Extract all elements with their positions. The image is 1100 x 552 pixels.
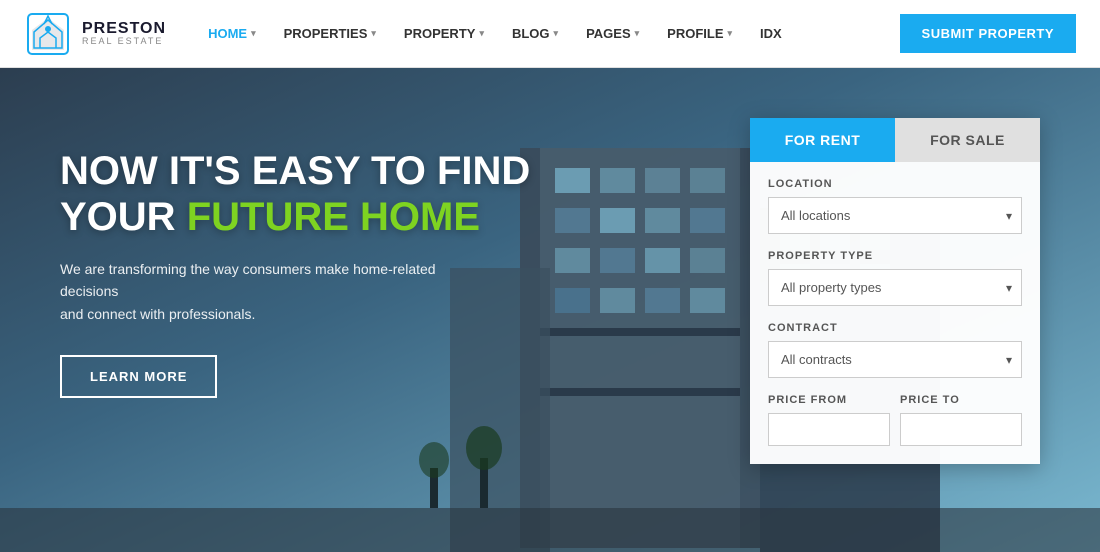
location-label: LOCATION [768, 178, 1022, 190]
search-panel: FOR RENT FOR SALE LOCATION All locations… [750, 118, 1040, 464]
search-form: LOCATION All locations New York Los Ange… [750, 162, 1040, 446]
price-from-label: PRICE FROM [768, 394, 890, 406]
nav-blog[interactable]: BLOG ▾ [500, 18, 570, 49]
logo[interactable]: PRESTON REAL ESTATE [24, 10, 166, 58]
chevron-down-icon: ▾ [371, 28, 376, 39]
nav-property[interactable]: PROPERTY ▾ [392, 18, 496, 49]
main-nav: HOME ▾ PROPERTIES ▾ PROPERTY ▾ BLOG ▾ PA… [196, 18, 889, 49]
property-type-label: PROPERTY TYPE [768, 250, 1022, 262]
hero-description: We are transforming the way consumers ma… [60, 258, 490, 325]
hero-title-highlight: FUTURE HOME [187, 195, 480, 239]
price-from-col: PRICE FROM [768, 394, 890, 446]
submit-property-button[interactable]: SUBMIT PROPERTY [900, 14, 1076, 53]
nav-pages[interactable]: PAGES ▾ [574, 18, 651, 49]
learn-more-button[interactable]: LEARN MORE [60, 355, 217, 398]
hero-section: NOW IT'S EASY TO FIND YOUR FUTURE HOME W… [0, 68, 1100, 552]
nav-properties[interactable]: PROPERTIES ▾ [272, 18, 388, 49]
location-select[interactable]: All locations New York Los Angeles Chica… [768, 197, 1022, 234]
chevron-down-icon: ▾ [728, 28, 733, 39]
logo-subtitle: REAL ESTATE [82, 37, 166, 47]
price-to-label: PRICE TO [900, 394, 1022, 406]
logo-icon [24, 10, 72, 58]
price-to-input[interactable] [900, 413, 1022, 446]
chevron-down-icon: ▾ [635, 28, 640, 39]
price-row: PRICE FROM PRICE TO [768, 394, 1022, 446]
location-select-wrap: All locations New York Los Angeles Chica… [768, 197, 1022, 234]
contract-label: CONTRACT [768, 322, 1022, 334]
hero-content: NOW IT'S EASY TO FIND YOUR FUTURE HOME W… [60, 148, 530, 398]
property-type-select[interactable]: All property types House Apartment Condo… [768, 269, 1022, 306]
tab-for-sale[interactable]: FOR SALE [895, 118, 1040, 162]
contract-select[interactable]: All contracts Monthly Yearly Weekly [768, 341, 1022, 378]
tab-for-rent[interactable]: FOR RENT [750, 118, 895, 162]
chevron-down-icon: ▾ [479, 28, 484, 39]
nav-home[interactable]: HOME ▾ [196, 18, 268, 49]
hero-title: NOW IT'S EASY TO FIND YOUR FUTURE HOME [60, 148, 530, 240]
chevron-down-icon: ▾ [251, 28, 256, 39]
logo-title: PRESTON [82, 20, 166, 38]
price-to-col: PRICE TO [900, 394, 1022, 446]
property-type-select-wrap: All property types House Apartment Condo… [768, 269, 1022, 306]
price-from-input[interactable] [768, 413, 890, 446]
nav-profile[interactable]: PROFILE ▾ [655, 18, 744, 49]
header: PRESTON REAL ESTATE HOME ▾ PROPERTIES ▾ … [0, 0, 1100, 68]
nav-idx[interactable]: IDX [748, 18, 794, 49]
contract-select-wrap: All contracts Monthly Yearly Weekly ▾ [768, 341, 1022, 378]
search-tabs: FOR RENT FOR SALE [750, 118, 1040, 162]
chevron-down-icon: ▾ [554, 28, 559, 39]
logo-text: PRESTON REAL ESTATE [82, 20, 166, 47]
